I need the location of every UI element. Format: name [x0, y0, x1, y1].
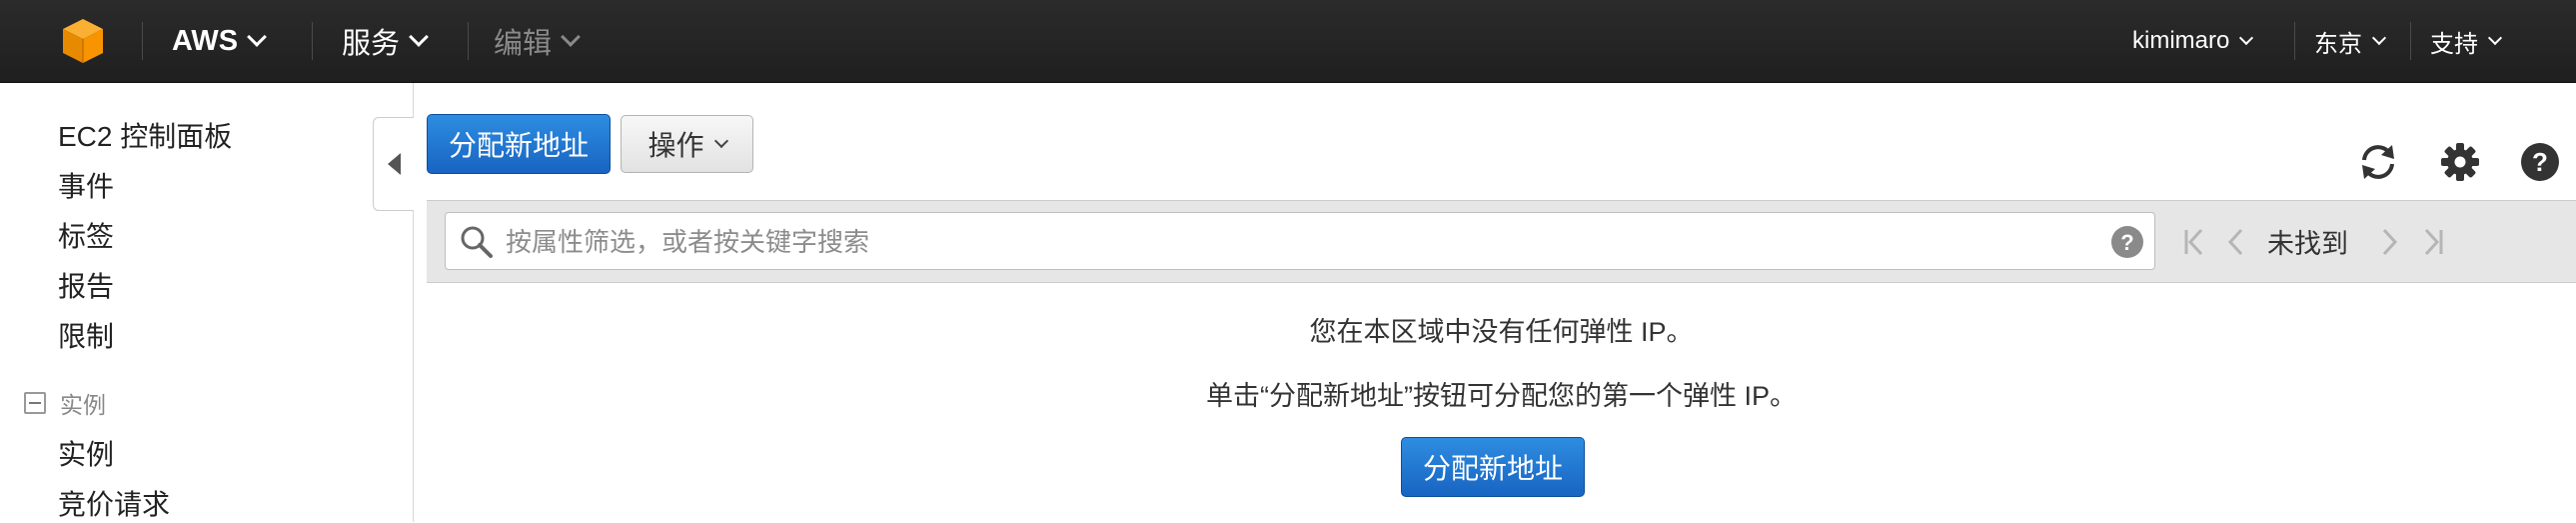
- sidebar-section-title: 实例: [60, 392, 106, 418]
- collapse-minus-icon[interactable]: [24, 392, 46, 414]
- services-menu[interactable]: 服务: [342, 0, 429, 82]
- refresh-icon[interactable]: [2356, 140, 2400, 184]
- user-menu[interactable]: kimimaro: [2132, 0, 2254, 82]
- sidebar-item-tags[interactable]: 标签: [58, 215, 114, 255]
- help-icon[interactable]: ?: [2518, 140, 2562, 184]
- search-box[interactable]: ?: [445, 212, 2155, 271]
- aws-menu-label: AWS: [172, 24, 239, 57]
- previous-page-icon[interactable]: [2227, 227, 2243, 257]
- search-input[interactable]: [504, 213, 2086, 271]
- sidebar-item-spot-requests[interactable]: 竞价请求: [58, 483, 170, 523]
- chevron-down-icon: [2239, 30, 2254, 46]
- pagination-status: 未找到: [2267, 229, 2348, 259]
- top-navigation-bar: AWS 服务 编辑 kimimaro 东京 支持: [0, 0, 2576, 83]
- support-menu[interactable]: 支持: [2430, 0, 2503, 82]
- search-icon: [461, 226, 493, 258]
- last-page-icon[interactable]: [2422, 227, 2444, 257]
- first-page-icon[interactable]: [2183, 227, 2205, 257]
- edit-menu-label: 编辑: [494, 28, 553, 60]
- sidebar-item-events[interactable]: 事件: [58, 165, 114, 205]
- svg-text:?: ?: [2120, 230, 2133, 255]
- next-page-icon[interactable]: [2382, 227, 2398, 257]
- sidebar-item-limits[interactable]: 限制: [58, 315, 114, 355]
- aws-menu[interactable]: AWS: [172, 0, 267, 82]
- allocate-new-address-button-empty-state[interactable]: 分配新地址: [1401, 437, 1585, 497]
- chevron-down-icon: [2371, 30, 2387, 46]
- filter-bar: ? 未找到: [427, 200, 2576, 283]
- chevron-down-icon: [409, 27, 429, 47]
- triangle-left-icon: [387, 153, 401, 175]
- edit-menu[interactable]: 编辑: [494, 0, 581, 82]
- chevron-down-icon: [247, 27, 267, 47]
- services-menu-label: 服务: [342, 28, 401, 60]
- chevron-down-icon: [2487, 30, 2503, 46]
- chevron-down-icon: [713, 133, 728, 149]
- empty-state-message: 您在本区域中没有任何弹性 IP。: [1309, 317, 1694, 347]
- empty-state-hint: 单击“分配新地址”按钮可分配您的第一个弹性 IP。: [1206, 381, 1797, 411]
- region-menu-label: 东京: [2314, 30, 2362, 58]
- sidebar-collapse-toggle[interactable]: [373, 117, 414, 211]
- nav-separator: [2294, 22, 2295, 60]
- allocate-new-address-button[interactable]: 分配新地址: [427, 114, 611, 174]
- actions-dropdown-button[interactable]: 操作: [621, 115, 753, 173]
- sidebar: EC2 控制面板 事件 标签 报告 限制 实例 实例 竞价请求: [0, 83, 414, 522]
- aws-cube-icon[interactable]: [58, 16, 108, 66]
- region-menu[interactable]: 东京: [2314, 0, 2387, 82]
- chevron-down-icon: [561, 27, 581, 47]
- pagination: 未找到: [2183, 201, 2444, 282]
- support-menu-label: 支持: [2430, 30, 2478, 58]
- nav-separator: [312, 22, 313, 60]
- nav-separator: [142, 22, 143, 60]
- sidebar-section-instances[interactable]: 实例: [24, 386, 106, 420]
- svg-text:?: ?: [2532, 147, 2548, 177]
- sidebar-item-instances[interactable]: 实例: [58, 433, 114, 473]
- sidebar-item-reports[interactable]: 报告: [58, 265, 114, 305]
- filter-help-icon[interactable]: ?: [2110, 225, 2144, 259]
- user-menu-label: kimimaro: [2132, 27, 2230, 54]
- gear-icon[interactable]: [2438, 140, 2482, 184]
- nav-separator: [468, 22, 469, 60]
- nav-separator: [2410, 22, 2411, 60]
- sidebar-item-ec2-dashboard[interactable]: EC2 控制面板: [58, 115, 232, 155]
- actions-label: 操作: [647, 130, 704, 161]
